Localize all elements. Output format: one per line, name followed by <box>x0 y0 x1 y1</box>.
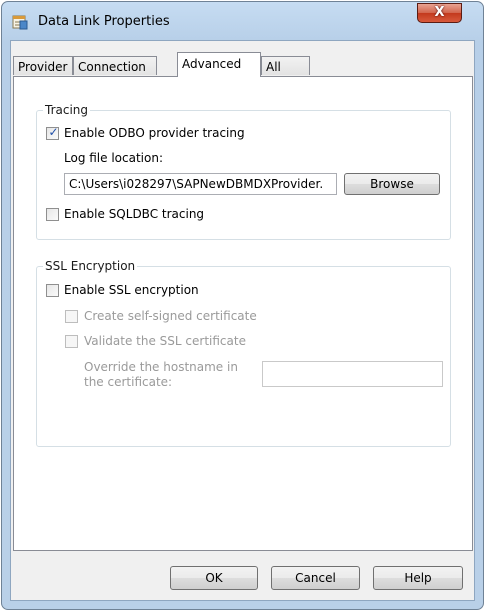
validate-ssl-checkbox[interactable] <box>65 335 78 348</box>
checkmark-icon: ✓ <box>48 125 59 139</box>
advanced-panel: Tracing ✓ Enable ODBO provider tracing L… <box>13 76 473 551</box>
close-icon: X <box>434 5 445 20</box>
hostname-label-line2: the certificate: <box>84 375 173 389</box>
validate-ssl-label: Validate the SSL certificate <box>84 334 246 348</box>
tab-provider[interactable]: Provider <box>13 56 73 75</box>
ssl-group: SSL Encryption Enable SSL encryption Cre… <box>36 259 451 447</box>
hostname-label-line1: Override the hostname in <box>84 360 238 374</box>
window-title: Data Link Properties <box>38 14 170 29</box>
sqldbc-tracing-label[interactable]: Enable SQLDBC tracing <box>64 207 204 221</box>
tab-connection[interactable]: Connection <box>73 56 157 75</box>
ok-button-label: OK <box>205 571 223 585</box>
tab-label: Connection <box>78 60 146 74</box>
tab-label: Advanced <box>182 57 242 71</box>
tab-label: Provider <box>18 60 68 74</box>
dialog-body: Provider Connection Advanced All Tracing… <box>10 40 475 601</box>
close-button[interactable]: X <box>417 3 462 23</box>
odbo-tracing-checkbox[interactable]: ✓ <box>46 125 59 140</box>
tab-all[interactable]: All <box>261 56 310 75</box>
help-button[interactable]: Help <box>373 566 463 590</box>
ssl-enable-checkbox[interactable] <box>46 284 59 297</box>
tab-strip: Provider Connection Advanced All <box>13 49 473 77</box>
dialog-window: Data Link Properties X Provider Connecti… <box>1 1 484 610</box>
tab-label: All <box>266 60 281 74</box>
help-button-label: Help <box>404 571 432 585</box>
odbo-tracing-label[interactable]: Enable ODBO provider tracing <box>64 126 245 140</box>
ssl-group-label: SSL Encryption <box>43 259 138 273</box>
self-signed-checkbox[interactable] <box>65 310 78 323</box>
tracing-group-label: Tracing <box>43 103 91 117</box>
log-location-label: Log file location: <box>64 151 163 165</box>
log-location-input[interactable]: C:\Users\i028297\SAPNewDBMDXProvider. <box>64 173 337 195</box>
browse-button-label: Browse <box>370 177 414 191</box>
ok-button[interactable]: OK <box>170 566 258 590</box>
tracing-group: Tracing ✓ Enable ODBO provider tracing L… <box>36 103 451 240</box>
cancel-button-label: Cancel <box>295 571 336 585</box>
hostname-input[interactable] <box>262 361 443 387</box>
cancel-button[interactable]: Cancel <box>271 566 360 590</box>
tab-advanced[interactable]: Advanced <box>177 52 261 77</box>
title-bar[interactable]: Data Link Properties X <box>2 2 483 40</box>
ssl-enable-label[interactable]: Enable SSL encryption <box>64 283 199 297</box>
sqldbc-tracing-checkbox[interactable] <box>46 208 59 221</box>
browse-button[interactable]: Browse <box>344 173 440 195</box>
data-link-icon <box>12 15 28 30</box>
self-signed-label: Create self-signed certificate <box>84 309 257 323</box>
